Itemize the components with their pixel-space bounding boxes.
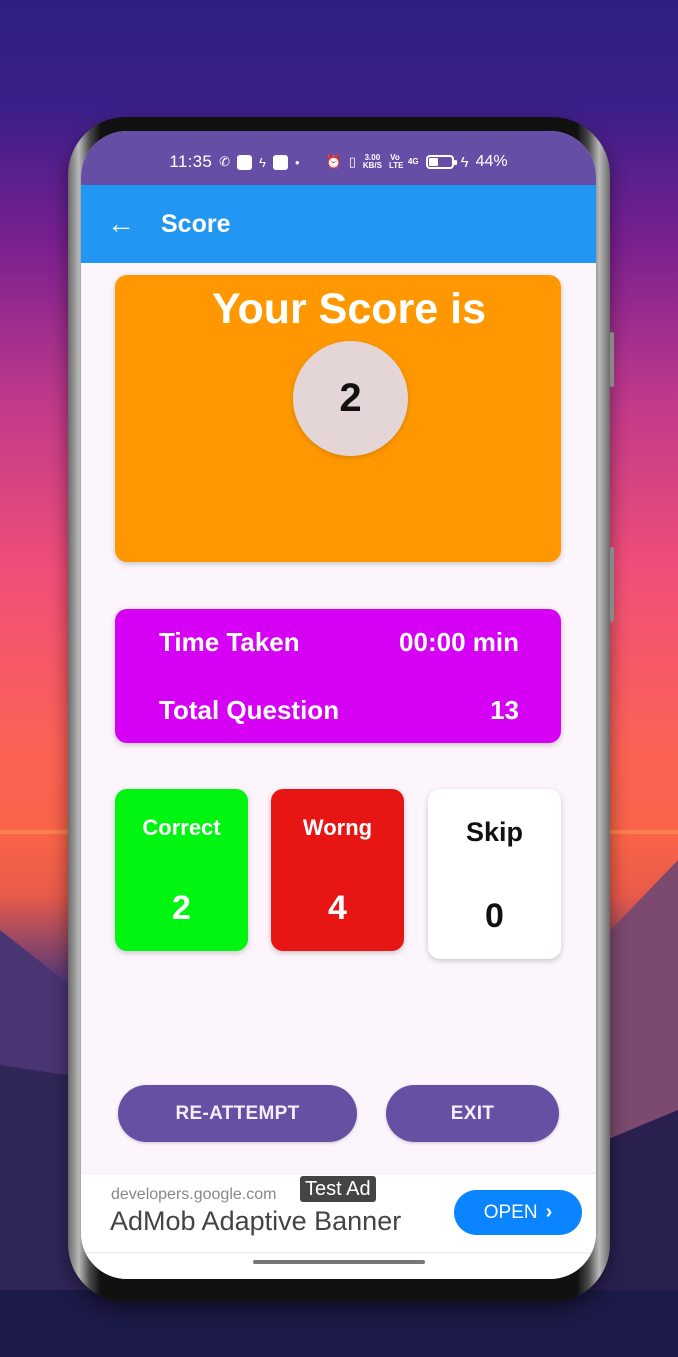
re-attempt-button[interactable]: RE-ATTEMPT	[118, 1085, 357, 1142]
time-taken-label: Time Taken	[159, 627, 300, 657]
signal-4g-icon: 4G	[407, 157, 419, 166]
skip-value: 0	[485, 897, 504, 935]
ad-domain: developers.google.com	[111, 1186, 277, 1203]
app-bar: ← Score	[81, 185, 596, 263]
ad-title: AdMob Adaptive Banner	[110, 1206, 402, 1236]
time-taken-row: Time Taken 00:00 min	[159, 627, 519, 658]
wrong-card: Worng 4	[271, 789, 404, 951]
whatsapp-icon: ✆	[219, 154, 231, 169]
chevron-right-icon: ›	[545, 1201, 553, 1223]
exit-button[interactable]: EXIT	[386, 1085, 559, 1142]
score-heading: Your Score is	[211, 285, 487, 333]
status-bar: 11:35 ✆ ϟ • ⏰ ▯ 3.00 KB/S Vo LTE 4G ϟ 44…	[81, 131, 596, 185]
phone-screen: 11:35 ✆ ϟ • ⏰ ▯ 3.00 KB/S Vo LTE 4G ϟ 44…	[81, 131, 596, 1279]
total-question-value: 13	[490, 695, 519, 725]
network-speed-unit: KB/S	[362, 161, 382, 170]
wrong-value: 4	[328, 889, 347, 927]
navigation-bar	[81, 1254, 596, 1279]
battery-icon	[425, 155, 457, 169]
vibrate-icon: ▯	[348, 154, 356, 169]
power-button	[610, 547, 614, 622]
network-speed-icon: 3.00 KB/S	[363, 154, 382, 170]
bolt-icon: ϟ	[259, 154, 266, 170]
score-value: 2	[293, 341, 408, 456]
charging-icon: ϟ	[460, 153, 469, 171]
alarm-icon: ⏰	[325, 154, 342, 169]
page-title: Score	[161, 209, 231, 238]
ad-open-button[interactable]: OPEN ›	[454, 1190, 582, 1235]
dot-icon: •	[294, 154, 300, 170]
volume-button	[610, 332, 614, 387]
correct-label: Correct	[142, 815, 221, 840]
total-question-label: Total Question	[159, 695, 340, 725]
total-question-row: Total Question 13	[159, 695, 519, 726]
screen-recorder-icon	[237, 154, 253, 170]
score-card: Your Score is 2	[115, 275, 561, 562]
skip-card: Skip 0	[428, 789, 561, 959]
correct-card: Correct 2	[115, 789, 248, 951]
ad-open-label: OPEN	[483, 1201, 538, 1223]
score-content: Your Score is 2 Time Taken 00:00 min Tot…	[81, 263, 596, 1279]
time-taken-value: 00:00 min	[399, 627, 519, 657]
app-notification-icon	[272, 154, 288, 170]
ad-banner[interactable]: developers.google.com Test Ad AdMob Adap…	[81, 1173, 596, 1253]
home-indicator[interactable]	[253, 1260, 425, 1264]
skip-label: Skip	[465, 817, 524, 847]
volte-icon: Vo LTE	[388, 153, 404, 170]
quiz-info-card: Time Taken 00:00 min Total Question 13	[115, 609, 561, 743]
arrow-left-icon[interactable]: ←	[107, 210, 143, 238]
wrong-label: Worng	[302, 815, 373, 840]
status-time: 11:35	[169, 152, 213, 171]
test-ad-badge: Test Ad	[300, 1176, 376, 1202]
correct-value: 2	[172, 889, 191, 927]
battery-percent: 44%	[475, 153, 508, 170]
phone-frame: 11:35 ✆ ϟ • ⏰ ▯ 3.00 KB/S Vo LTE 4G ϟ 44…	[68, 117, 614, 1302]
